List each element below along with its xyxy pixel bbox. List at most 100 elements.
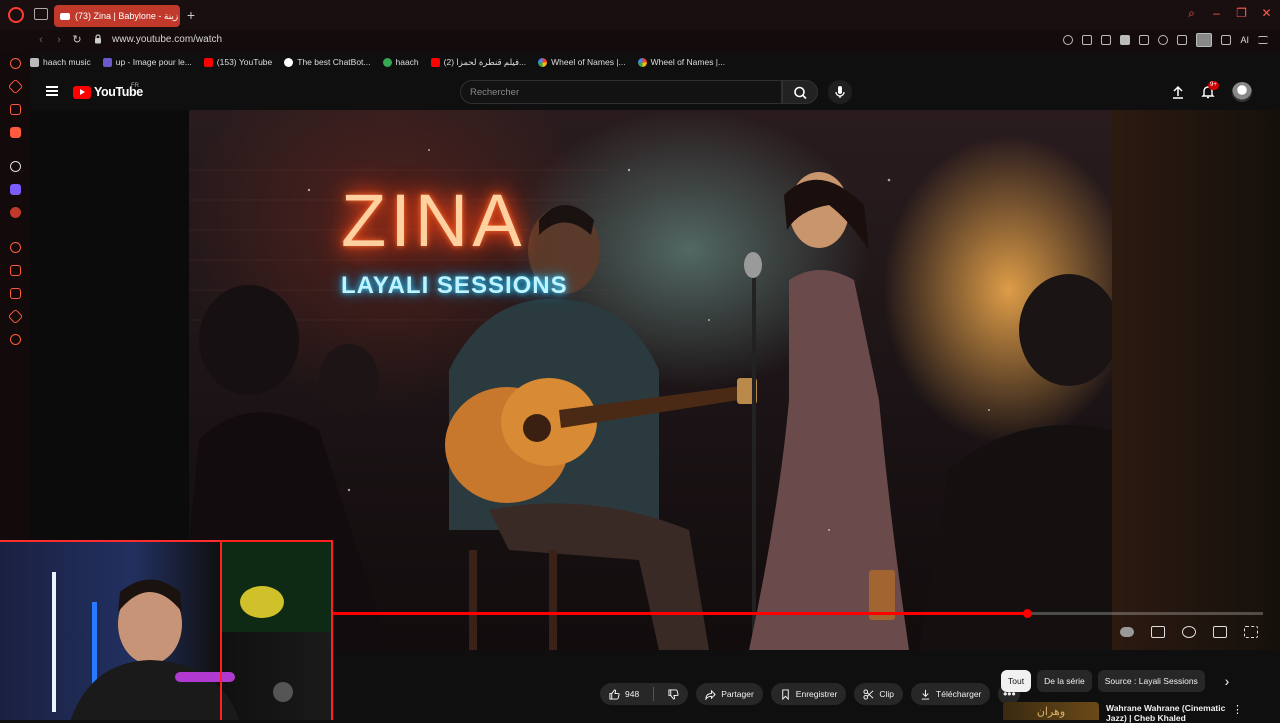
share-button[interactable]: Partager <box>696 683 763 705</box>
youtube-favicon-icon <box>203 57 213 67</box>
back-button[interactable]: ‹ <box>34 33 48 47</box>
like-count: 948 <box>625 689 640 699</box>
sidebar-diamond-icon[interactable] <box>7 78 24 95</box>
youtube-favicon-icon <box>430 57 440 67</box>
video-letterbox-left <box>30 110 189 540</box>
neon-sign-subtitle: LAYALI SESSIONS <box>341 272 568 299</box>
tab-active[interactable]: (73) Zina | Babylone - زينة <box>54 5 180 27</box>
more-vertical-icon[interactable]: ⋮ <box>1232 703 1243 716</box>
thumbs-down-icon <box>668 688 679 700</box>
aria-button[interactable]: AI <box>1240 35 1249 45</box>
country-code: FR <box>131 83 139 89</box>
sidebar-stripes-icon[interactable] <box>10 104 21 115</box>
microphone-icon <box>835 86 845 98</box>
wheel-favicon-icon <box>637 57 647 67</box>
search-icon <box>794 86 807 100</box>
progress-scrubber[interactable] <box>1023 609 1032 618</box>
bookmarks-bar: haach music up - Image pour le... (153) … <box>30 53 1280 71</box>
theater-mode-icon[interactable] <box>1213 626 1227 638</box>
bookmark-item[interactable]: (153) YouTube <box>203 57 272 67</box>
bookmark-item[interactable]: (2) فيلم قنطرة لحمزا... <box>430 57 526 68</box>
like-dislike-group: 948 <box>600 683 689 705</box>
snapshot-icon[interactable] <box>1101 35 1112 45</box>
sidebar-aria-icon[interactable] <box>10 58 21 69</box>
voice-search-button[interactable] <box>828 80 852 104</box>
reload-button[interactable]: ↻ <box>70 33 84 47</box>
settings-gear-icon[interactable] <box>1182 626 1196 638</box>
bookmark-favicon-icon <box>102 57 112 67</box>
sidebar-app-icon[interactable] <box>10 207 21 218</box>
forward-button[interactable]: › <box>52 33 66 47</box>
search-button[interactable] <box>782 80 818 104</box>
video-letterbox-right <box>1112 110 1280 650</box>
chip-series[interactable]: De la série <box>1037 670 1092 692</box>
guide-menu-icon[interactable] <box>46 86 58 96</box>
like-button[interactable]: 948 <box>600 683 648 705</box>
video-actions: 948 Partager Enregistrer Clip Télécharge… <box>600 683 1021 705</box>
sidebar-app-icon[interactable] <box>10 184 21 195</box>
search-input[interactable] <box>470 86 770 98</box>
recommendation-thumbnail[interactable]: وهران <box>1003 702 1099 720</box>
address-bar-tools: AI <box>1063 33 1268 47</box>
extension-thumbnail-icon[interactable] <box>1196 33 1213 47</box>
bookmark-item[interactable]: Wheel of Names |... <box>637 57 725 67</box>
download-button[interactable]: Télécharger <box>911 683 991 705</box>
bookmark-item[interactable]: Wheel of Names |... <box>538 57 626 67</box>
account-avatar[interactable] <box>1232 82 1252 102</box>
tab-title: (73) Zina | Babylone - زينة <box>75 10 179 21</box>
sidebar-extensions-icon[interactable] <box>7 308 24 325</box>
fullscreen-icon[interactable] <box>1244 626 1258 638</box>
new-tab-button[interactable]: + <box>184 7 198 23</box>
autoplay-toggle[interactable] <box>1120 627 1134 637</box>
notification-badge: 9+ <box>1208 81 1219 90</box>
close-icon[interactable]: ✕ <box>1261 7 1272 19</box>
webcam-frame-border <box>220 540 333 720</box>
zoom-icon[interactable] <box>1063 35 1074 45</box>
sidebar-player-icon[interactable] <box>10 242 21 253</box>
youtube-favicon-icon <box>60 12 70 20</box>
dislike-button[interactable] <box>659 683 688 705</box>
opera-logo-icon[interactable] <box>8 7 24 23</box>
minimize-icon[interactable]: – <box>1211 7 1222 19</box>
url-field[interactable]: www.youtube.com/watch <box>112 33 222 47</box>
play-icon[interactable] <box>1139 35 1150 45</box>
bookmark-item[interactable]: The best ChatBot... <box>284 57 371 67</box>
shield-icon[interactable] <box>1120 35 1131 45</box>
recommendation-title[interactable]: Wahrane Wahrane (Cinematic Jazz) | Cheb … <box>1106 703 1226 723</box>
subtitles-icon[interactable] <box>1151 626 1165 638</box>
bookmark-icon <box>782 688 789 700</box>
sidebar-chatgpt-icon[interactable] <box>10 161 21 172</box>
upload-icon[interactable] <box>1170 84 1186 100</box>
sidebar-settings-icon[interactable] <box>10 334 21 345</box>
chevron-right-icon[interactable]: › <box>1220 674 1234 688</box>
player-controls <box>1120 626 1258 638</box>
share-icon <box>705 689 716 700</box>
pin-icon[interactable] <box>1082 35 1093 45</box>
menu-icon[interactable] <box>1258 36 1268 44</box>
tab-manager-icon[interactable] <box>34 8 48 20</box>
youtube-play-icon <box>73 85 91 99</box>
sidebar-box-icon[interactable] <box>10 127 21 138</box>
bookmark-favicon-icon <box>382 57 392 67</box>
thumbs-up-icon <box>609 688 620 700</box>
sidebar-pin-icon[interactable] <box>10 265 21 276</box>
restore-icon[interactable]: ❐ <box>1236 7 1247 19</box>
save-button[interactable]: Enregistrer <box>770 683 847 705</box>
lock-icon <box>95 34 101 44</box>
download-icon[interactable] <box>1221 35 1232 45</box>
scissors-icon <box>863 688 874 700</box>
chip-source[interactable]: Source : Layali Sessions <box>1097 670 1205 692</box>
clip-button[interactable]: Clip <box>854 683 904 705</box>
related-filter-chips: Tout De la série Source : Layali Session… <box>1001 670 1205 692</box>
download-icon <box>921 689 930 700</box>
bookmark-item[interactable]: up - Image pour le... <box>102 57 192 67</box>
heart-icon[interactable] <box>1158 35 1169 45</box>
bookmark-item[interactable]: haach music <box>30 57 91 67</box>
neon-sign-title: ZINA <box>341 179 526 262</box>
bookmark-item[interactable]: haach <box>382 57 419 67</box>
chip-all[interactable]: Tout <box>1001 670 1032 692</box>
sidebar-history-icon[interactable] <box>10 288 21 299</box>
search-tabs-icon[interactable]: ⌕ <box>1186 7 1197 19</box>
window-controls: ⌕ – ❐ ✕ <box>1186 7 1272 19</box>
extensions-icon[interactable] <box>1177 35 1188 45</box>
